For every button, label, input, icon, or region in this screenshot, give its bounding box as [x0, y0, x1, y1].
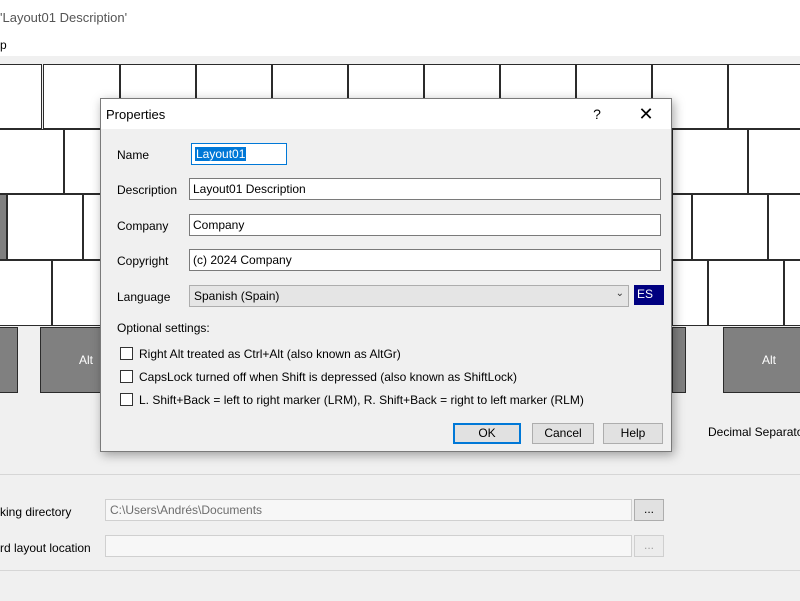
lrm-rlm-checkbox-label[interactable]: L. Shift+Back = left to right marker (LR…	[139, 393, 584, 407]
description-input[interactable]: Layout01 Description	[189, 178, 661, 200]
working-directory-label: king directory	[0, 505, 72, 519]
close-icon[interactable]: ✕	[633, 102, 659, 126]
browse-working-directory-button[interactable]: ...	[634, 499, 664, 521]
chevron-down-icon: ⌄	[615, 288, 624, 299]
browse-layout-location-button[interactable]: ...	[634, 535, 664, 557]
language-label: Language	[117, 290, 171, 304]
settings-panel: king directory C:\Users\Andrés\Documents…	[0, 474, 800, 571]
help-button[interactable]: Help	[603, 423, 663, 444]
keyboard-key-modifier[interactable]	[672, 327, 686, 393]
copyright-label: Copyright	[117, 254, 169, 268]
language-select-value: Spanish (Spain)	[194, 289, 280, 303]
keyboard-key[interactable]	[708, 260, 784, 326]
optional-settings-label: Optional settings:	[117, 321, 210, 335]
keyboard-layout-location-field[interactable]	[105, 535, 632, 557]
keyboard-key-modifier[interactable]	[0, 327, 18, 393]
help-icon[interactable]: ?	[587, 103, 607, 125]
keyboard-key[interactable]	[0, 260, 52, 326]
name-input-value: Layout01	[195, 147, 247, 161]
shiftlock-checkbox-label[interactable]: CapsLock turned off when Shift is depres…	[139, 370, 517, 384]
menu-item-help[interactable]: p	[0, 38, 7, 52]
keyboard-key[interactable]	[0, 64, 42, 129]
language-select[interactable]: Spanish (Spain) ⌄	[189, 285, 629, 307]
name-input[interactable]: Layout01	[191, 143, 287, 165]
keyboard-key[interactable]	[768, 194, 800, 260]
keyboard-key[interactable]	[692, 194, 768, 260]
language-code-badge: ES	[634, 285, 664, 305]
keyboard-key[interactable]	[0, 129, 64, 194]
background-title-bar: 'Layout01 Description'	[0, 0, 800, 36]
keyboard-key[interactable]	[784, 260, 800, 326]
keyboard-key[interactable]	[7, 194, 83, 260]
description-label: Description	[117, 183, 178, 197]
keyboard-layout-location-label: rd layout location	[0, 541, 91, 555]
dialog-title: Properties	[106, 107, 166, 122]
keyboard-key[interactable]	[672, 260, 708, 326]
status-strip	[0, 570, 800, 601]
alt-key-label: Alt	[78, 353, 93, 367]
altgr-checkbox[interactable]	[120, 347, 133, 360]
background-menu-bar: p	[0, 36, 800, 57]
decimal-separator-label: Decimal Separato	[708, 425, 800, 439]
properties-dialog: Properties ? ✕ Name Layout01 Description…	[100, 98, 672, 452]
dialog-title-bar[interactable]: Properties ? ✕	[101, 99, 671, 129]
keyboard-key[interactable]	[748, 129, 800, 194]
keyboard-key-modifier[interactable]	[0, 194, 7, 260]
keyboard-key[interactable]	[672, 129, 748, 194]
altgr-checkbox-label[interactable]: Right Alt treated as Ctrl+Alt (also know…	[139, 347, 401, 361]
lrm-rlm-checkbox[interactable]	[120, 393, 133, 406]
company-label: Company	[117, 219, 169, 233]
ok-button[interactable]: OK	[453, 423, 521, 444]
copyright-input[interactable]: (c) 2024 Company	[189, 249, 661, 271]
name-label: Name	[117, 148, 150, 162]
keyboard-key[interactable]	[672, 194, 692, 260]
company-input[interactable]: Company	[189, 214, 661, 236]
keyboard-key[interactable]	[728, 64, 800, 129]
alt-key-label: Alt	[761, 353, 776, 367]
cancel-button[interactable]: Cancel	[532, 423, 594, 444]
alt-key-right[interactable]: Alt	[723, 327, 800, 393]
working-directory-field[interactable]: C:\Users\Andrés\Documents	[105, 499, 632, 521]
shiftlock-checkbox[interactable]	[120, 370, 133, 383]
background-window-title: 'Layout01 Description'	[0, 10, 128, 25]
